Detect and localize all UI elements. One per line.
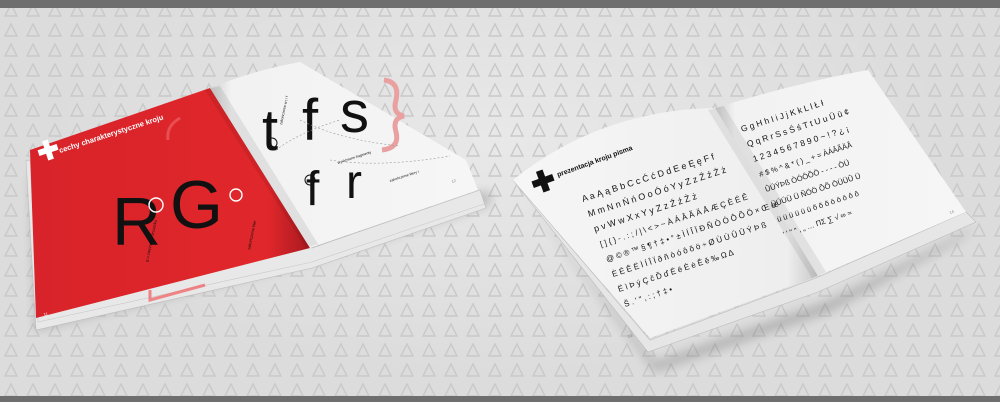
big-letter-f: f bbox=[302, 88, 319, 153]
big-letter-r-bottom: r bbox=[346, 156, 362, 209]
big-letter-t: t bbox=[262, 98, 278, 163]
scene: cechy charakterystyczne kroju R G g o zw… bbox=[0, 8, 1000, 396]
big-letter-g: G bbox=[170, 167, 223, 243]
big-letter-s: s bbox=[340, 80, 369, 145]
big-letter-f-bottom: f bbox=[306, 163, 320, 216]
